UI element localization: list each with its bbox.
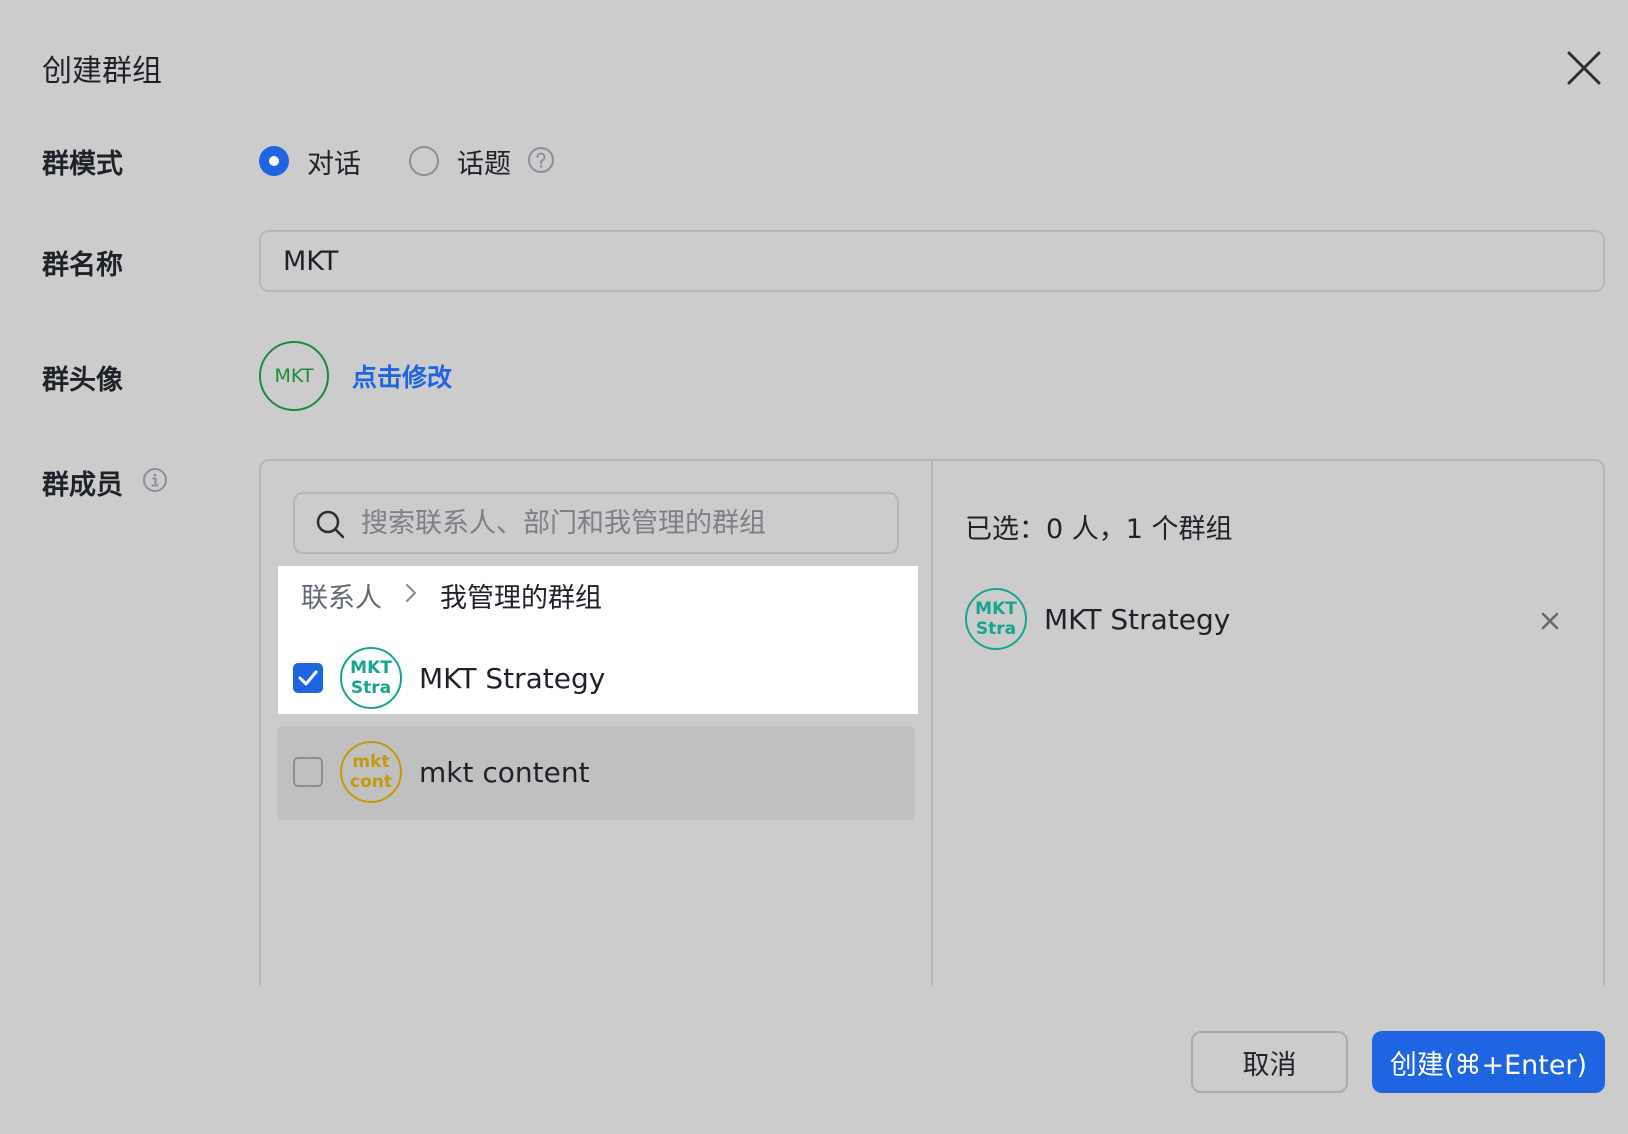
dialog-title: 创建群组 [42, 54, 162, 89]
mode-option-chat-label[interactable]: 对话 [307, 142, 361, 181]
info-icon[interactable] [142, 467, 168, 493]
avatar-initials-line1: mkt [352, 752, 390, 772]
close-icon[interactable] [1566, 50, 1602, 86]
selected-item-name: MKT Strategy [1044, 603, 1231, 636]
avatar-initials-line1: MKT [350, 658, 392, 678]
edit-avatar-link[interactable]: 点击修改 [352, 358, 452, 394]
group-members-label: 群成员 [42, 470, 123, 501]
chevron-right-icon [405, 583, 417, 603]
create-button[interactable]: 创建(⌘+Enter) [1372, 1031, 1605, 1093]
member-search-input[interactable] [361, 494, 881, 552]
avatar-initials-line2: Stra [975, 619, 1017, 639]
selected-avatar-mkt-strategy: MKT Stra [965, 588, 1027, 650]
avatar-initials-line1: MKT [975, 599, 1017, 619]
search-icon [316, 510, 345, 539]
cancel-button[interactable]: 取消 [1191, 1031, 1348, 1093]
group-avatar[interactable]: MKT [259, 341, 329, 411]
group-name-input[interactable] [259, 230, 1605, 292]
group-avatar-label: 群头像 [42, 365, 123, 396]
group-name-label: 群名称 [42, 250, 123, 281]
panel-divider [931, 461, 933, 985]
avatar-mkt-strategy: MKT Stra [340, 647, 402, 709]
list-item-name[interactable]: MKT Strategy [419, 662, 605, 695]
checkbox-mkt-content[interactable] [293, 757, 323, 787]
list-item-name[interactable]: mkt content [419, 756, 590, 789]
selected-summary: 已选：0 人，1 个群组 [965, 514, 1233, 545]
help-icon[interactable] [527, 146, 555, 174]
avatar-initials-line2: cont [350, 772, 392, 792]
breadcrumb-current: 我管理的群组 [440, 583, 602, 614]
mode-radio-topic[interactable] [409, 146, 439, 176]
mode-option-topic-label[interactable]: 话题 [457, 142, 511, 181]
check-icon [298, 670, 318, 686]
avatar-mkt-content: mkt cont [340, 741, 402, 803]
checkbox-mkt-strategy[interactable] [293, 663, 323, 693]
avatar-initials-line2: Stra [350, 678, 392, 698]
mode-radio-chat[interactable] [259, 146, 289, 176]
member-search-box[interactable] [293, 492, 899, 554]
remove-icon[interactable] [1539, 610, 1561, 632]
breadcrumb-root[interactable]: 联系人 [301, 576, 382, 615]
group-mode-label: 群模式 [42, 149, 123, 180]
